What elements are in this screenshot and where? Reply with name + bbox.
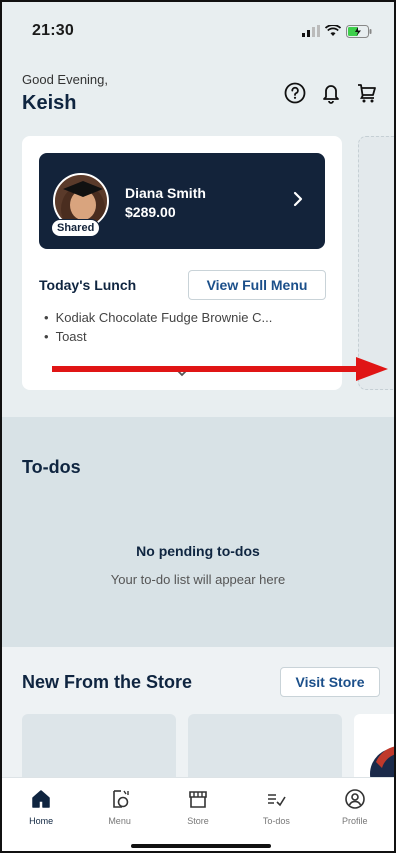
status-time: 21:30 xyxy=(32,22,74,39)
bottom-tab-bar: Home Menu Store To-dos Profile xyxy=(2,777,394,851)
home-indicator xyxy=(131,844,271,848)
menu-icon xyxy=(112,790,129,808)
todos-section: To-dos No pending to-dos Your to-do list… xyxy=(2,417,394,647)
list-item: Kodiak Chocolate Fudge Brownie C... xyxy=(44,310,273,329)
wifi-icon xyxy=(325,25,341,36)
tab-profile[interactable]: Profile xyxy=(325,788,385,851)
todos-empty-title: No pending to-dos xyxy=(136,543,260,559)
swipe-arrow-annotation xyxy=(52,357,388,381)
account-balance: $289.00 xyxy=(125,204,176,220)
lunch-items: Kodiak Chocolate Fudge Brownie C... Toas… xyxy=(44,310,273,348)
tab-label: Home xyxy=(29,816,54,826)
greeting-text: Good Evening, xyxy=(22,72,109,87)
view-full-menu-button[interactable]: View Full Menu xyxy=(188,270,326,300)
account-carousel: Shared Diana Smith $289.00 Today's Lunch… xyxy=(2,132,394,417)
lunch-title: Today's Lunch xyxy=(39,277,137,293)
app-screen: 21:30 Good Evening, Keish Shared Diana S… xyxy=(0,0,396,853)
cart-icon[interactable] xyxy=(356,82,378,104)
battery-charging-icon xyxy=(346,24,372,38)
store-item-card[interactable] xyxy=(188,714,342,784)
chevron-right-icon[interactable] xyxy=(293,191,303,212)
account-name: Diana Smith xyxy=(125,185,206,201)
store-item-card[interactable] xyxy=(22,714,176,784)
status-icons xyxy=(302,24,372,38)
header-actions xyxy=(284,82,378,104)
todos-title: To-dos xyxy=(22,457,81,477)
todos-icon xyxy=(268,794,287,807)
list-item: Toast xyxy=(44,329,272,348)
tab-label: Menu xyxy=(108,816,131,826)
signal-icon xyxy=(302,25,320,37)
store-item-card[interactable] xyxy=(354,714,394,784)
profile-icon xyxy=(344,789,365,809)
tab-label: Profile xyxy=(341,816,368,826)
student-account-tile[interactable]: Shared Diana Smith $289.00 xyxy=(39,153,325,249)
bell-icon[interactable] xyxy=(320,82,342,104)
user-name: Keish xyxy=(22,92,77,114)
store-section: New From the Store Visit Store xyxy=(2,647,394,784)
home-icon xyxy=(32,790,50,808)
tab-home[interactable]: Home xyxy=(11,788,71,851)
next-account-card[interactable] xyxy=(358,136,394,390)
todos-empty-subtitle: Your to-do list will appear here xyxy=(110,572,286,587)
shared-badge: Shared xyxy=(51,219,101,237)
help-icon[interactable] xyxy=(284,82,306,104)
store-title: New From the Store xyxy=(22,672,193,692)
home-header: Good Evening, Keish xyxy=(2,60,394,130)
visit-store-button[interactable]: Visit Store xyxy=(280,667,380,697)
tab-label: Store xyxy=(187,816,209,826)
store-icon xyxy=(189,791,207,808)
tab-label: To-dos xyxy=(262,816,290,826)
account-card: Shared Diana Smith $289.00 Today's Lunch… xyxy=(22,136,342,390)
status-bar: 21:30 xyxy=(2,2,394,60)
